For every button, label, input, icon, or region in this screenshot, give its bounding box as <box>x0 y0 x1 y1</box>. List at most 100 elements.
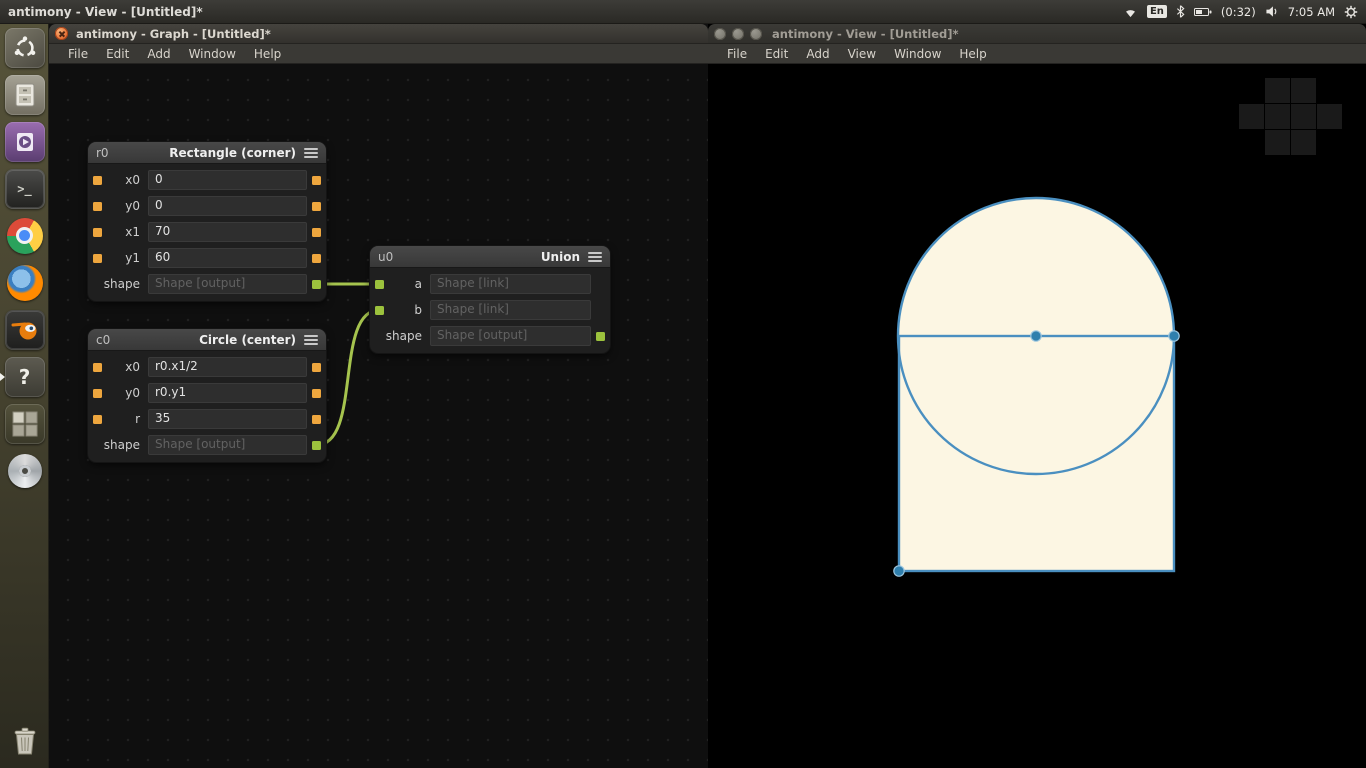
menu-help[interactable]: Help <box>245 47 290 61</box>
rectangle-shape-fill <box>899 336 1174 571</box>
menu-window[interactable]: Window <box>180 47 245 61</box>
green-connector[interactable] <box>375 280 384 289</box>
value-field-r[interactable]: 35 <box>148 409 307 429</box>
orange-connector[interactable] <box>312 228 321 237</box>
launcher-item-dash-home[interactable] <box>0 24 49 71</box>
value-field-y1[interactable]: 60 <box>148 248 307 268</box>
menu-edit[interactable]: Edit <box>756 47 797 61</box>
launcher-item-chrome[interactable] <box>0 212 49 259</box>
orange-connector[interactable] <box>312 176 321 185</box>
node-u0[interactable]: u0UnionaShape [link]bShape [link]shapeSh… <box>370 246 610 353</box>
green-connector[interactable] <box>596 332 605 341</box>
node-row-x0: x0r0.x1/2 <box>88 354 326 380</box>
launcher-item-blender[interactable] <box>0 306 49 353</box>
menu-add[interactable]: Add <box>797 47 838 61</box>
orange-connector[interactable] <box>93 415 102 424</box>
menu-window[interactable]: Window <box>885 47 950 61</box>
hamburger-menu-icon[interactable] <box>588 252 602 262</box>
port-label: shape <box>102 277 148 291</box>
orange-connector[interactable] <box>93 176 102 185</box>
node-c0[interactable]: c0Circle (center)x0r0.x1/2y0r0.y1r35shap… <box>88 329 326 462</box>
launcher-item-workspaces[interactable] <box>0 400 49 447</box>
menu-file[interactable]: File <box>59 47 97 61</box>
grid-widget-cell <box>1239 104 1264 129</box>
graph-canvas[interactable]: r0Rectangle (corner)x00y00x170y160shapeS… <box>49 64 708 768</box>
orange-connector[interactable] <box>93 254 102 263</box>
battery-icon[interactable] <box>1194 7 1212 17</box>
battery-time[interactable]: (0:32) <box>1221 5 1256 19</box>
port-label: shape <box>102 438 148 452</box>
value-field-shape[interactable]: Shape [output] <box>148 435 307 455</box>
orange-connector[interactable] <box>93 228 102 237</box>
view-titlebar[interactable]: antimony - View - [Untitled]* <box>708 24 1366 44</box>
control-handle[interactable] <box>1031 331 1041 341</box>
orange-connector[interactable] <box>93 202 102 211</box>
bluetooth-icon[interactable] <box>1176 5 1185 18</box>
launcher-item-disc[interactable] <box>0 447 49 494</box>
value-field-y0[interactable]: r0.y1 <box>148 383 307 403</box>
value-field-a[interactable]: Shape [link] <box>430 274 591 294</box>
minimize-button-inactive[interactable] <box>732 28 744 40</box>
orange-connector[interactable] <box>312 254 321 263</box>
chrome-icon <box>5 216 45 256</box>
launcher-item-trash[interactable] <box>0 717 49 764</box>
volume-icon[interactable] <box>1265 5 1279 18</box>
hamburger-menu-icon[interactable] <box>304 148 318 158</box>
graph-titlebar[interactable]: antimony - Graph - [Untitled]* <box>49 24 708 44</box>
control-handle[interactable] <box>1169 331 1179 341</box>
node-row-shape: shapeShape [output] <box>370 323 610 349</box>
green-connector[interactable] <box>312 280 321 289</box>
close-button[interactable] <box>55 27 68 40</box>
maximize-button-inactive[interactable] <box>750 28 762 40</box>
graph-menubar: FileEditAddWindowHelp <box>49 44 708 64</box>
value-field-x1[interactable]: 70 <box>148 222 307 242</box>
launcher-item-terminal[interactable]: >_ <box>0 165 49 212</box>
node-titlebar[interactable]: u0Union <box>370 246 610 268</box>
menu-edit[interactable]: Edit <box>97 47 138 61</box>
clock[interactable]: 7:05 AM <box>1288 5 1335 19</box>
orange-connector[interactable] <box>312 363 321 372</box>
orange-connector[interactable] <box>93 389 102 398</box>
menu-file[interactable]: File <box>718 47 756 61</box>
menu-view[interactable]: View <box>839 47 885 61</box>
value-field-b[interactable]: Shape [link] <box>430 300 591 320</box>
launcher-item-firefox[interactable] <box>0 259 49 306</box>
value-field-shape[interactable]: Shape [output] <box>430 326 591 346</box>
keyboard-indicator[interactable]: En <box>1147 5 1167 18</box>
close-button-inactive[interactable] <box>714 28 726 40</box>
control-handle[interactable] <box>894 566 904 576</box>
network-icon[interactable] <box>1123 6 1138 18</box>
port-label: shape <box>384 329 430 343</box>
port-label: r <box>102 412 148 426</box>
dash-home-icon <box>5 28 45 68</box>
menu-help[interactable]: Help <box>950 47 995 61</box>
hamburger-menu-icon[interactable] <box>304 335 318 345</box>
green-connector[interactable] <box>375 306 384 315</box>
value-field-x0[interactable]: 0 <box>148 170 307 190</box>
graph-window-title: antimony - Graph - [Untitled]* <box>76 27 271 41</box>
grid-widget-cell <box>1317 104 1342 129</box>
node-id: r0 <box>96 146 109 160</box>
orange-connector[interactable] <box>93 363 102 372</box>
node-titlebar[interactable]: c0Circle (center) <box>88 329 326 351</box>
node-id: u0 <box>378 250 393 264</box>
launcher-item-files[interactable] <box>0 71 49 118</box>
node-titlebar[interactable]: r0Rectangle (corner) <box>88 142 326 164</box>
view-canvas[interactable] <box>708 64 1366 768</box>
value-field-shape[interactable]: Shape [output] <box>148 274 307 294</box>
panel-window-title: antimony - View - [Untitled]* <box>0 5 203 19</box>
launcher-item-antimony[interactable]: ? <box>0 353 49 400</box>
orange-connector[interactable] <box>312 389 321 398</box>
orange-connector[interactable] <box>312 202 321 211</box>
value-field-y0[interactable]: 0 <box>148 196 307 216</box>
terminal-icon: >_ <box>5 169 45 209</box>
grid-widget-cell <box>1265 104 1290 129</box>
launcher-item-media-player[interactable] <box>0 118 49 165</box>
menu-add[interactable]: Add <box>138 47 179 61</box>
green-connector[interactable] <box>312 441 321 450</box>
value-field-x0[interactable]: r0.x1/2 <box>148 357 307 377</box>
orange-connector[interactable] <box>312 415 321 424</box>
node-r0[interactable]: r0Rectangle (corner)x00y00x170y160shapeS… <box>88 142 326 301</box>
session-gear-icon[interactable] <box>1344 5 1358 19</box>
port-label: a <box>384 277 430 291</box>
